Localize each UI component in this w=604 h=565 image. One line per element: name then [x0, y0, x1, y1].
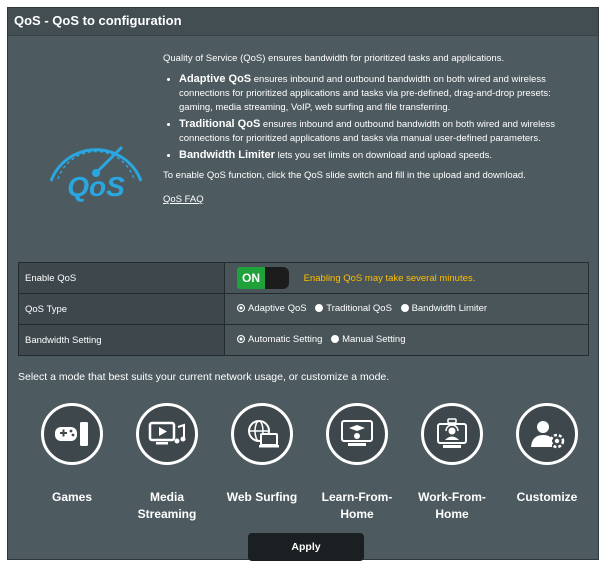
row-qos-type: QoS Type Adaptive QoS Traditional QoS Ba… [18, 293, 589, 325]
radio-automatic-setting[interactable]: Automatic Setting [237, 334, 322, 345]
mode-games[interactable]: Games [27, 403, 117, 506]
customize-icon [516, 403, 578, 465]
mode-label: Web Surfing [226, 490, 298, 504]
feature-bandwidth-limiter: Bandwidth Limiter lets you set limits on… [179, 148, 583, 163]
mode-customize[interactable]: Customize [502, 403, 592, 506]
qos-speedometer-icon: QoS [49, 145, 143, 202]
bandwidth-setting-label: Bandwidth Setting [18, 324, 225, 356]
mode-label: Customize [516, 490, 578, 504]
media-streaming-icon [136, 403, 198, 465]
mode-web-surfing[interactable]: Web Surfing [217, 403, 307, 506]
gamepad-icon [41, 403, 103, 465]
feature-adaptive-qos: Adaptive QoS ensures inbound and outboun… [179, 72, 583, 115]
mode-media-streaming[interactable]: Media Streaming [122, 403, 212, 523]
toggle-knob [265, 267, 289, 289]
radio-selected-icon [237, 335, 245, 344]
mode-label: Media [149, 490, 184, 504]
toggle-on-label: ON [237, 267, 265, 289]
web-surfing-icon [231, 403, 293, 465]
enable-note: To enable QoS function, click the QoS sl… [163, 170, 526, 181]
feature-traditional-qos: Traditional QoS ensures inbound and outb… [179, 117, 583, 146]
work-from-home-icon [421, 403, 483, 465]
mode-work-from-home[interactable]: Work-From- Home [407, 403, 497, 523]
logo-text: QoS [67, 171, 125, 202]
mode-list: Games Media Streaming Web Surfing Learn-F… [8, 403, 598, 543]
learn-from-home-icon [326, 403, 388, 465]
apply-button[interactable]: Apply [248, 533, 364, 561]
enable-qos-warning: Enabling QoS may take several minutes. [303, 272, 476, 284]
radio-selected-icon [237, 304, 245, 313]
radio-manual-setting[interactable]: Manual Setting [331, 334, 405, 345]
radio-traditional-qos[interactable]: Traditional QoS [315, 303, 392, 314]
intro-lead: Quality of Service (QoS) ensures bandwid… [163, 53, 505, 64]
qos-faq-link[interactable]: QoS FAQ [163, 193, 204, 207]
mode-learn-from-home[interactable]: Learn-From- Home [312, 403, 402, 523]
page-title: QoS - QoS to configuration [8, 8, 598, 36]
qos-panel: QoS - QoS to configuration QoS Quality o… [7, 7, 599, 561]
radio-icon [400, 304, 409, 313]
row-bandwidth-setting: Bandwidth Setting Automatic Setting Manu… [18, 324, 589, 356]
enable-qos-label: Enable QoS [18, 262, 225, 294]
qos-type-label: QoS Type [18, 293, 225, 325]
settings-table: Enable QoS ON Enabling QoS may take seve… [18, 262, 589, 356]
feature-list: Adaptive QoS ensures inbound and outboun… [163, 72, 583, 163]
radio-icon [331, 335, 340, 344]
radio-adaptive-qos[interactable]: Adaptive QoS [237, 303, 307, 314]
intro-text: Quality of Service (QoS) ensures bandwid… [163, 52, 583, 207]
mode-prompt: Select a mode that best suits your curre… [18, 371, 390, 383]
mode-label: Games [51, 490, 93, 504]
mode-label: Work-From- [418, 490, 486, 504]
mode-label: Learn-From- [321, 490, 393, 504]
radio-bandwidth-limiter[interactable]: Bandwidth Limiter [400, 303, 487, 314]
radio-icon [315, 304, 324, 313]
enable-qos-toggle[interactable]: ON [237, 267, 289, 289]
row-enable-qos: Enable QoS ON Enabling QoS may take seve… [18, 262, 589, 294]
